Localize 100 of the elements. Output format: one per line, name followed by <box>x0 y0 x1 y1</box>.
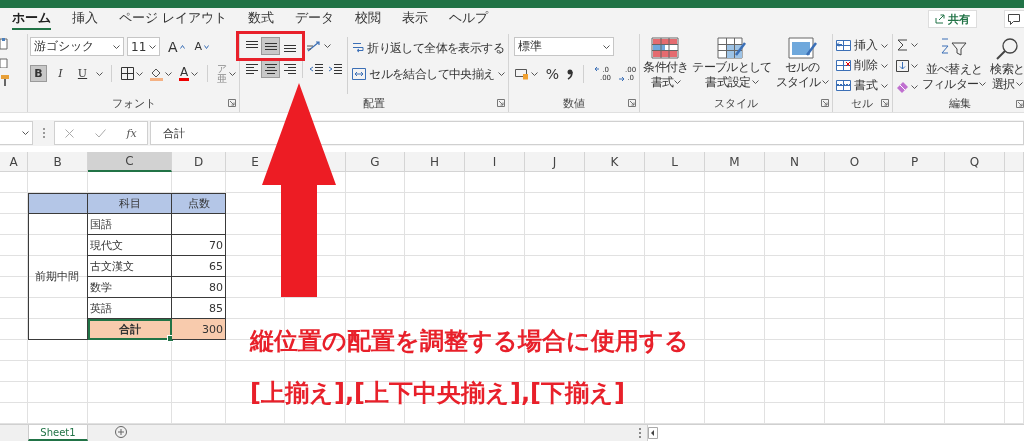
money-icon <box>514 68 529 80</box>
table-cell: 数学 <box>88 277 172 298</box>
group-label: スタイル <box>713 95 758 111</box>
ribbon-tab[interactable]: 数式 <box>248 8 275 30</box>
delete-cells-icon <box>835 60 851 71</box>
dialog-launcher-icon[interactable] <box>1016 99 1024 108</box>
dialog-launcher-icon[interactable] <box>820 99 829 107</box>
column-header: K <box>585 152 645 172</box>
italic-button[interactable]: I <box>52 65 69 82</box>
caret-icon <box>910 42 918 47</box>
share-button[interactable]: 共有 <box>928 10 977 28</box>
insert-function-button[interactable]: fx <box>125 125 138 141</box>
comma-icon <box>566 68 573 80</box>
wrap-text-button[interactable]: 折り返して全体を表示する <box>351 39 506 57</box>
wrap-text-icon <box>352 41 365 55</box>
dialog-launcher-icon[interactable] <box>628 99 637 107</box>
formula-field[interactable]: 合計 <box>150 121 1024 145</box>
font-color-button[interactable]: A <box>178 65 200 82</box>
group-label: 配置 <box>362 95 385 111</box>
grid-icon <box>651 37 681 59</box>
ribbon-tab[interactable]: 挿入 <box>72 8 98 30</box>
plus-circle-icon <box>115 425 127 438</box>
column-header: J <box>525 152 585 172</box>
up-caret-icon <box>179 44 185 49</box>
share-icon <box>935 14 945 24</box>
format-cells-icon <box>835 80 851 91</box>
add-sheet-button[interactable] <box>114 424 128 441</box>
outdent-icon <box>308 63 323 75</box>
comment-icon <box>1008 13 1020 25</box>
table-cell: 300 <box>172 319 226 340</box>
column-header: A <box>0 152 28 172</box>
ribbon-tab[interactable]: データ <box>295 8 335 30</box>
horizontal-scrollbar[interactable] <box>647 425 1024 441</box>
conditional-format-button[interactable]: 条件付き 書式 <box>642 36 690 94</box>
borders-button[interactable] <box>120 65 144 82</box>
caret-icon <box>880 63 888 68</box>
column-header: G <box>346 152 405 172</box>
dialog-launcher-icon[interactable] <box>228 99 237 107</box>
check-icon <box>94 128 106 138</box>
column-header: O <box>825 152 885 172</box>
scroll-left-icon <box>648 427 658 439</box>
caret-icon <box>751 80 759 84</box>
group-label: セル <box>851 95 874 111</box>
table-cell: 国語 <box>88 214 172 235</box>
column-header: N <box>765 152 825 172</box>
sort-filter-button[interactable]: 並べ替えと フィルター <box>920 36 988 95</box>
comment-button[interactable] <box>1004 10 1024 28</box>
caret-icon <box>497 72 505 76</box>
format-painter-icon <box>0 74 10 86</box>
font-size-field[interactable]: 11 <box>127 37 160 56</box>
merge-center-button[interactable]: セルを結合して中央揃え <box>351 65 506 83</box>
column-header: L <box>645 152 705 172</box>
align-middle-button[interactable] <box>261 37 281 55</box>
ribbon-tab[interactable]: ヘルプ <box>449 8 489 30</box>
caret-icon <box>530 72 538 76</box>
format-as-table-button[interactable]: テーブルとして 書式設定 <box>691 36 773 94</box>
close-icon <box>65 128 75 138</box>
table-cell: 古文漢文 <box>88 256 172 277</box>
bold-button[interactable]: B <box>30 65 47 82</box>
dialog-launcher-icon[interactable] <box>880 99 889 107</box>
ribbon-tab[interactable]: 校閲 <box>355 8 382 30</box>
caret-icon <box>880 43 888 48</box>
caret-icon <box>910 84 918 89</box>
borders-icon <box>121 67 134 80</box>
sheet-tab[interactable]: Sheet1 <box>28 425 88 441</box>
font-grow-button[interactable]: A <box>167 38 186 55</box>
table-header-cell: 科目 <box>88 193 172 214</box>
percent-button[interactable]: % <box>544 65 560 83</box>
highlight-frame <box>236 31 306 61</box>
left-arrow-icon <box>593 66 600 72</box>
sigma-icon <box>895 37 909 52</box>
down-caret-icon <box>204 44 210 49</box>
insert-cells-button[interactable]: 挿入 <box>834 37 889 54</box>
find-select-button[interactable]: 検索と 選択 <box>989 36 1024 95</box>
delete-cells-button[interactable]: 削除 <box>834 57 889 74</box>
column-header: M <box>705 152 765 172</box>
format-cells-button[interactable]: 書式 <box>834 77 889 94</box>
caret-icon <box>113 44 120 49</box>
table-cell <box>172 214 226 235</box>
column-header: Q <box>945 152 1005 172</box>
caret-icon <box>979 82 987 86</box>
column-header: B <box>28 152 88 172</box>
right-arrow-icon <box>619 76 626 82</box>
underline-button[interactable]: U <box>74 65 91 82</box>
cell-styles-button[interactable]: セルの スタイル <box>774 36 830 94</box>
caret-icon <box>165 71 172 76</box>
caret-icon <box>229 71 237 76</box>
caret-icon <box>880 83 888 88</box>
caret-icon <box>22 131 29 135</box>
number-format-field[interactable]: 標準 <box>513 37 614 56</box>
font-shrink-button[interactable]: A <box>193 38 211 55</box>
dialog-launcher-icon[interactable] <box>496 99 505 107</box>
font-name-field[interactable]: 游ゴシック <box>30 37 124 56</box>
table-cell[interactable]: 合計 <box>88 319 172 340</box>
ribbon-tab[interactable]: 表示 <box>402 8 429 30</box>
caret-icon <box>910 63 918 68</box>
ribbon-tab[interactable]: ページ レイアウト <box>119 8 228 30</box>
fill-button[interactable] <box>894 57 919 74</box>
group-label: フォント <box>111 95 156 111</box>
angled-pen-icon <box>306 39 323 53</box>
